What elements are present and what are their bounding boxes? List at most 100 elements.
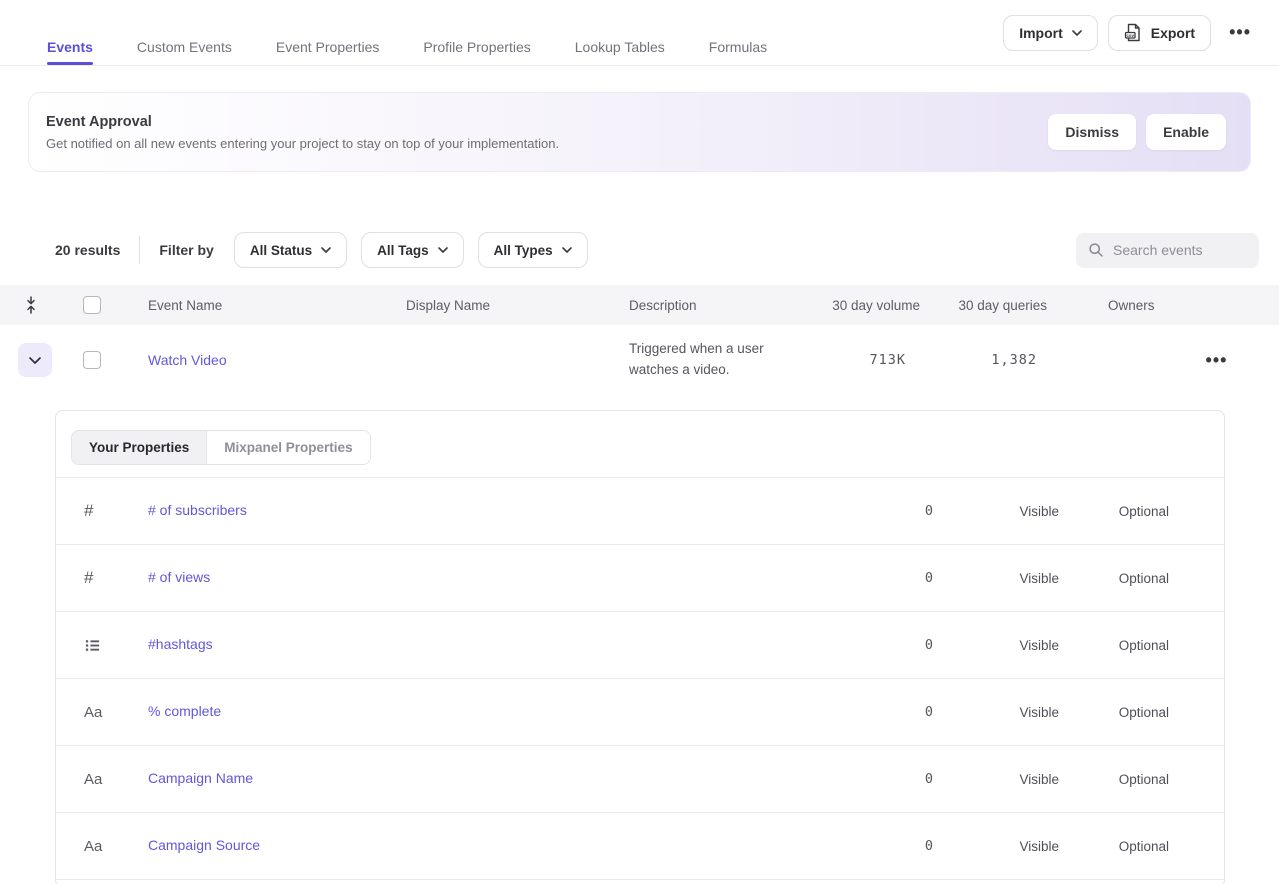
banner-actions: Dismiss Enable [1048,114,1226,150]
row-checkbox[interactable] [83,351,101,369]
event-row-watch-video: Watch Video Triggered when a user watche… [0,325,1279,395]
property-visibility[interactable]: Visible [934,504,1059,519]
text-icon: Aa [84,838,148,855]
property-row: Aa Campaign Name 0 Visible Optional [56,746,1224,813]
text-icon: Aa [84,704,148,721]
property-name-link[interactable]: # of views [148,569,210,585]
property-requirement[interactable]: Optional [1059,504,1169,519]
filter-toolbar: 20 results Filter by All Status All Tags… [0,232,1279,268]
tab-events[interactable]: Events [47,15,93,65]
tab-label: Formulas [709,39,767,55]
property-requirement[interactable]: Optional [1059,571,1169,586]
property-requirement[interactable]: Optional [1059,772,1169,787]
property-row: Aa Campaign Source 0 Visible Optional [56,813,1224,880]
property-row: # # of subscribers 0 Visible Optional [56,478,1224,545]
ellipsis-icon: ••• [1229,22,1251,43]
property-volume: 0 [809,503,934,519]
search-events-box[interactable] [1076,233,1259,268]
tab-lookup-tables[interactable]: Lookup Tables [575,15,665,65]
collapse-all-button[interactable] [14,288,48,322]
property-name-link[interactable]: Campaign Source [148,837,260,853]
banner-text: Event Approval Get notified on all new e… [46,114,559,151]
event-properties-panel: Your Properties Mixpanel Properties # # … [55,410,1225,884]
property-name-link[interactable]: # of subscribers [148,502,247,518]
property-requirement[interactable]: Optional [1059,839,1169,854]
divider [139,236,140,264]
tab-profile-properties[interactable]: Profile Properties [423,15,530,65]
tab-mixpanel-properties[interactable]: Mixpanel Properties [206,431,369,464]
select-all-checkbox[interactable] [83,296,101,314]
property-name-link[interactable]: % complete [148,703,221,719]
event-volume: 713K [802,352,920,368]
tab-your-properties[interactable]: Your Properties [72,431,206,464]
tab-label: Custom Events [137,39,232,55]
tab-label: Profile Properties [423,39,530,55]
event-name-link[interactable]: Watch Video [120,352,227,368]
filter-all-types[interactable]: All Types [478,232,588,268]
property-visibility[interactable]: Visible [934,571,1059,586]
search-input[interactable] [1113,242,1243,258]
tab-custom-events[interactable]: Custom Events [137,15,232,65]
collapse-row-button[interactable] [18,343,52,377]
tab-formulas[interactable]: Formulas [709,15,767,65]
more-options-button[interactable]: ••• [1221,15,1259,51]
event-description: Triggered when a user watches a video. [620,339,802,381]
hash-icon: # [84,501,148,521]
results-count: 20 results [55,242,120,258]
tab-label: Lookup Tables [575,39,665,55]
property-volume: 0 [809,704,934,720]
property-row: # # of views 0 Visible Optional [56,545,1224,612]
svg-text:csv: csv [1126,33,1134,38]
csv-file-icon: csv [1124,23,1142,42]
chevron-down-icon [562,247,572,253]
property-name-link[interactable]: #hashtags [148,636,213,652]
chevron-down-icon [28,356,42,365]
tab-label: Events [47,39,93,55]
events-table-header: Event Name Display Name Description 30 d… [0,285,1279,325]
banner-title: Event Approval [46,114,559,130]
hash-icon: # [84,568,148,588]
import-label: Import [1019,25,1063,41]
nav-tabs: Events Custom Events Event Properties Pr… [47,0,767,65]
event-approval-banner: Event Approval Get notified on all new e… [28,92,1251,172]
list-icon [84,637,101,654]
property-requirement[interactable]: Optional [1059,638,1169,653]
property-name-link[interactable]: Campaign Name [148,770,253,786]
chevron-down-icon [438,247,448,253]
active-tab-underline [47,62,93,65]
property-volume: 0 [809,637,934,653]
row-more-options-button[interactable]: ••• [1190,350,1279,371]
top-navigation: Events Custom Events Event Properties Pr… [0,0,1279,66]
enable-button[interactable]: Enable [1146,114,1226,150]
properties-tab-switcher: Your Properties Mixpanel Properties [71,430,371,465]
header-30-day-queries: 30 day queries [920,298,1060,313]
property-row: #hashtags 0 Visible Optional [56,612,1224,679]
tab-label: Event Properties [276,39,380,55]
property-volume: 0 [809,771,934,787]
property-visibility[interactable]: Visible [934,772,1059,787]
property-visibility[interactable]: Visible [934,638,1059,653]
chevron-down-icon [321,247,331,253]
dismiss-button[interactable]: Dismiss [1048,114,1136,150]
header-event-name: Event Name [120,298,398,313]
header-30-day-volume: 30 day volume [802,298,920,313]
collapse-all-icon [23,296,39,314]
export-label: Export [1151,25,1195,41]
property-visibility[interactable]: Visible [934,839,1059,854]
filter-all-status[interactable]: All Status [234,232,347,268]
nav-actions: Import csv Export ••• [1003,15,1259,51]
property-visibility[interactable]: Visible [934,705,1059,720]
property-volume: 0 [809,838,934,854]
property-volume: 0 [809,570,934,586]
search-icon [1088,242,1104,258]
property-requirement[interactable]: Optional [1059,705,1169,720]
property-row: Aa % complete 0 Visible Optional [56,679,1224,746]
export-button[interactable]: csv Export [1108,15,1211,51]
header-description: Description [620,298,802,313]
tab-event-properties[interactable]: Event Properties [276,15,380,65]
import-button[interactable]: Import [1003,15,1098,51]
header-display-name: Display Name [398,298,620,313]
chevron-down-icon [1072,30,1082,36]
filter-all-tags[interactable]: All Tags [361,232,464,268]
text-icon: Aa [84,771,148,788]
